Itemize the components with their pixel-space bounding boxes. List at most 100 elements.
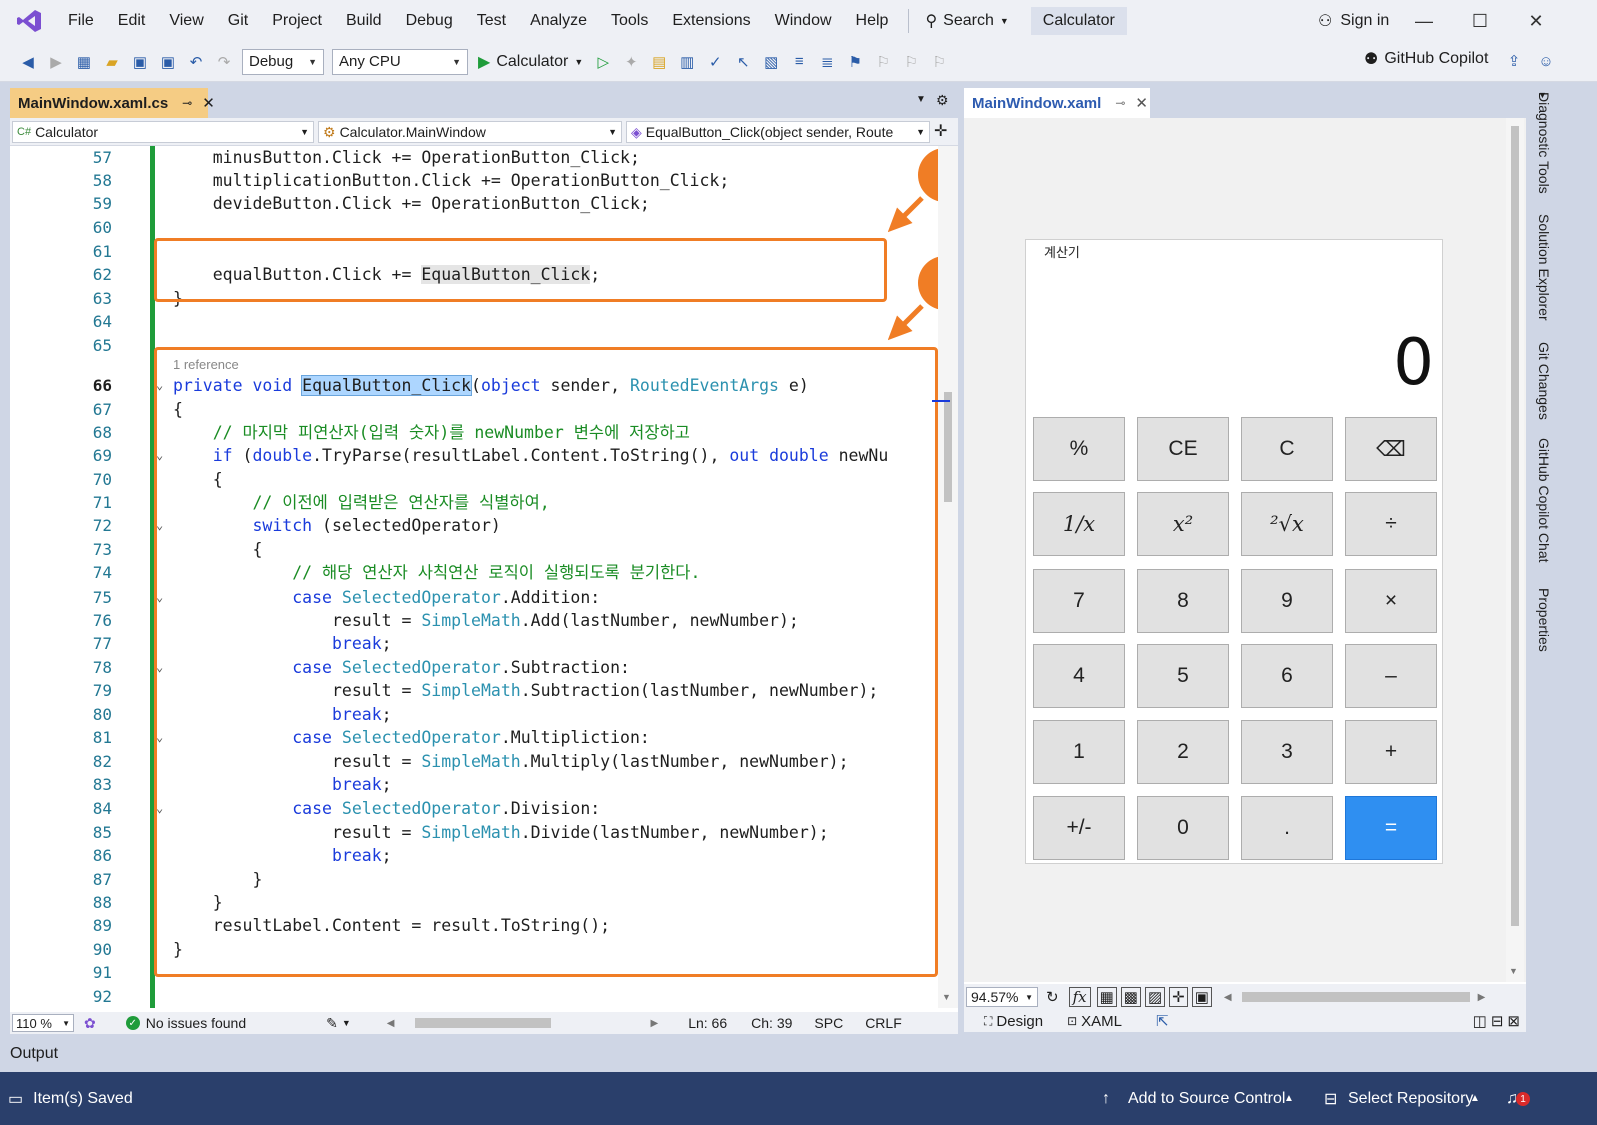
calc-button-five[interactable]: 5 — [1137, 644, 1229, 708]
calc-button-square-root[interactable]: ²√x — [1241, 492, 1333, 556]
tab-mainwindow-xaml[interactable]: MainWindow.xaml ⊸ ✕ — [964, 88, 1150, 118]
split-vertical-icon[interactable]: ◫ — [1473, 1012, 1487, 1030]
code-line[interactable]: 58 multiplicationButton.Click += Operati… — [10, 169, 938, 192]
class-dropdown[interactable]: ⚙ Calculator.MainWindow ▼ — [318, 121, 622, 143]
tab-github-copilot-chat[interactable]: GitHub Copilot Chat — [1536, 438, 1552, 563]
pin-icon[interactable]: ⊸ — [1115, 96, 1125, 110]
save-all-icon[interactable]: ▣ — [157, 51, 179, 73]
search-button[interactable]: ⚲ Search ▼ — [917, 11, 1016, 31]
calc-button-add[interactable]: + — [1345, 720, 1437, 784]
chevron-down-icon[interactable]: ▼ — [342, 1018, 351, 1028]
tab-properties[interactable]: Properties — [1536, 588, 1552, 652]
bookmark-icon[interactable]: ⚑ — [844, 51, 866, 73]
close-icon[interactable]: ✕ — [202, 94, 215, 112]
refresh-icon[interactable]: ↻ — [1046, 988, 1059, 1006]
outdent-icon[interactable]: ≣ — [816, 51, 838, 73]
calc-button-clear[interactable]: C — [1241, 417, 1333, 481]
device-icon[interactable]: ▣ — [1191, 987, 1212, 1007]
undo-icon[interactable]: ↶ — [185, 51, 207, 73]
intellicode-icon[interactable]: ✿ — [84, 1015, 96, 1032]
tab-diagnostic-tools[interactable]: Diagnostic Tools — [1536, 92, 1552, 194]
scroll-down-icon[interactable]: ▼ — [942, 992, 951, 1002]
artboard-icon[interactable]: ▨ — [1144, 987, 1166, 1007]
editor-vertical-scrollbar[interactable]: ▼ — [932, 146, 958, 1008]
bookmark-prev-icon[interactable]: ⚐ — [872, 51, 894, 73]
tab-design[interactable]: Design — [996, 1013, 1043, 1030]
layout-icon[interactable]: ▥ — [676, 51, 698, 73]
redo-icon[interactable]: ↷ — [213, 51, 235, 73]
calc-button-reciprocal[interactable]: 1/x — [1033, 492, 1125, 556]
menu-tools[interactable]: Tools — [599, 0, 660, 42]
code-line[interactable]: 64 — [10, 310, 938, 333]
calc-button-negate[interactable]: +/- — [1033, 796, 1125, 860]
menu-file[interactable]: File — [56, 0, 106, 42]
start-debugging-button[interactable]: ▶ Calculator ▼ — [478, 52, 583, 72]
scrollbar-thumb[interactable] — [1511, 126, 1519, 926]
scrollbar-thumb[interactable] — [944, 392, 952, 502]
grid-icon[interactable]: ▦ — [1096, 987, 1117, 1007]
menu-test[interactable]: Test — [465, 0, 518, 42]
formula-icon[interactable]: fx — [1068, 987, 1091, 1007]
designer-zoom-select[interactable]: 94.57% ▼ — [966, 987, 1038, 1007]
designer-horizontal-scrollbar-thumb[interactable] — [1241, 992, 1470, 1002]
calc-button-equals[interactable]: = — [1345, 796, 1437, 860]
menu-project[interactable]: Project — [260, 0, 334, 42]
menu-debug[interactable]: Debug — [394, 0, 465, 42]
scroll-right-icon[interactable]: ▶ — [651, 1018, 659, 1029]
tools-icon[interactable]: ▧ — [760, 51, 782, 73]
calc-button-eight[interactable]: 8 — [1137, 569, 1229, 633]
scroll-right-icon[interactable]: ▶ — [1478, 992, 1486, 1003]
hot-reload-icon[interactable]: ✦ — [620, 51, 642, 73]
issues-label[interactable]: No issues found — [146, 1015, 246, 1031]
popout-icon[interactable]: ⇱ — [1156, 1012, 1169, 1030]
save-icon[interactable]: ▣ — [129, 51, 151, 73]
calc-button-clear-entry[interactable]: CE — [1137, 417, 1229, 481]
calc-button-divide[interactable]: ÷ — [1345, 492, 1437, 556]
bookmark-clear-icon[interactable]: ⚐ — [928, 51, 950, 73]
calc-button-two[interactable]: 2 — [1137, 720, 1229, 784]
calc-button-seven[interactable]: 7 — [1033, 569, 1125, 633]
close-window-button[interactable]: ✕ — [1508, 0, 1564, 42]
code-line[interactable]: 57 minusButton.Click += OperationButton_… — [10, 146, 938, 169]
calc-button-six[interactable]: 6 — [1241, 644, 1333, 708]
spellcheck-icon[interactable]: ✓ — [704, 51, 726, 73]
gear-icon[interactable]: ⚙ — [936, 92, 949, 109]
code-line[interactable]: 59 devideButton.Click += OperationButton… — [10, 192, 938, 215]
collapse-pane-icon[interactable]: ⊠ — [1507, 1012, 1520, 1030]
line-ending-indicator[interactable]: CRLF — [865, 1015, 902, 1031]
platform-select[interactable]: Any CPU ▼ — [332, 48, 468, 75]
new-item-icon[interactable]: ▦ — [73, 51, 95, 73]
pin-icon[interactable]: ⊸ — [182, 96, 192, 110]
tab-list-icon[interactable]: ▼ — [916, 94, 926, 105]
line-indicator[interactable]: Ln: 66 — [688, 1015, 727, 1031]
menu-window[interactable]: Window — [763, 0, 844, 42]
select-repository-button[interactable]: Select Repository — [1348, 1090, 1473, 1108]
code-line[interactable]: 60 — [10, 216, 938, 239]
menu-build[interactable]: Build — [334, 0, 394, 42]
calc-button-zero[interactable]: 0 — [1137, 796, 1229, 860]
maximize-button[interactable]: ☐ — [1452, 0, 1508, 42]
code-cleanup-icon[interactable]: ✎ — [326, 1015, 338, 1032]
calc-button-three[interactable]: 3 — [1241, 720, 1333, 784]
cursor-icon[interactable]: ↖ — [732, 51, 754, 73]
scroll-left-icon[interactable]: ◀ — [1224, 992, 1232, 1003]
horizontal-scrollbar-thumb[interactable] — [414, 1018, 551, 1028]
calculator-window-preview[interactable]: 계산기 0 % CE C ⌫ 1/x x² ²√x ÷ 7 8 9 × 4 5 6–1 2 3 + +/- 0. = — [1025, 239, 1443, 864]
menu-view[interactable]: View — [157, 0, 215, 42]
menu-git[interactable]: Git — [216, 0, 260, 42]
code-area[interactable]: 57 minusButton.Click += OperationButton_… — [10, 146, 938, 1008]
calc-button-four[interactable]: 4 — [1033, 644, 1125, 708]
tab-xaml[interactable]: XAML — [1081, 1013, 1122, 1030]
split-editor-icon[interactable]: ✛ — [934, 121, 947, 141]
back-icon[interactable]: ◀ — [17, 51, 39, 73]
bookmark-next-icon[interactable]: ⚐ — [900, 51, 922, 73]
calc-button-one[interactable]: 1 — [1033, 720, 1125, 784]
share-icon[interactable]: ⇪ — [1503, 50, 1525, 72]
zoom-select[interactable]: 110 % ▼ — [12, 1014, 74, 1032]
add-to-source-control-button[interactable]: Add to Source Control — [1128, 1090, 1285, 1108]
code-line[interactable]: 92 — [10, 985, 938, 1008]
forward-icon[interactable]: ▶ — [45, 51, 67, 73]
tab-git-changes[interactable]: Git Changes — [1536, 342, 1552, 420]
calc-button-backspace[interactable]: ⌫ — [1345, 417, 1437, 481]
menu-help[interactable]: Help — [844, 0, 901, 42]
